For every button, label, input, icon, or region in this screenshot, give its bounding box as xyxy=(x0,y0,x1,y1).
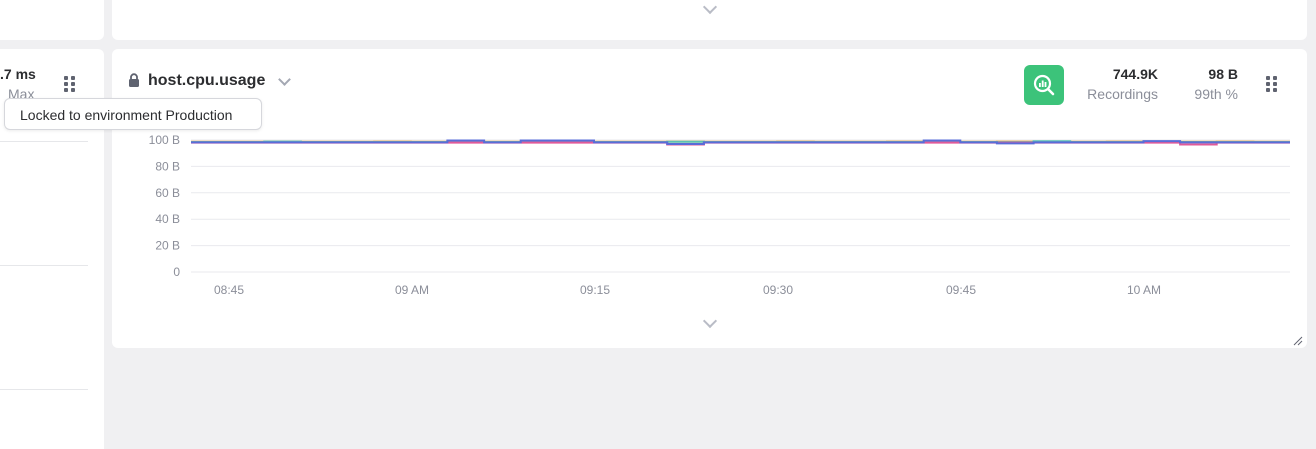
y-tick-label: 20 B xyxy=(155,239,180,253)
x-tick-label: 08:45 xyxy=(214,283,244,297)
x-axis: 08:45 09 AM 09:15 09:30 09:45 10 AM xyxy=(214,283,1161,297)
x-tick-label: 09:30 xyxy=(763,283,793,297)
y-tick-label: 80 B xyxy=(155,159,180,173)
y-tick-label: 40 B xyxy=(155,212,180,226)
x-tick-label: 10 AM xyxy=(1127,283,1161,297)
lock-tooltip: Locked to environment Production xyxy=(4,98,262,130)
metric-line-chart[interactable]: 100 B 80 B 60 B 40 B 20 B 0 08:45 09 AM 09:15 09… xyxy=(0,0,1316,439)
y-tick-label: 0 xyxy=(173,265,180,279)
y-tick-label: 100 B xyxy=(149,133,180,147)
chart-series xyxy=(191,141,1290,145)
y-axis: 100 B 80 B 60 B 40 B 20 B 0 xyxy=(149,133,181,279)
x-tick-label: 09:15 xyxy=(580,283,610,297)
y-tick-label: 60 B xyxy=(155,186,180,200)
chart-grid xyxy=(191,140,1290,272)
resize-handle-icon[interactable] xyxy=(1293,336,1303,346)
x-tick-label: 09:45 xyxy=(946,283,976,297)
x-tick-label: 09 AM xyxy=(395,283,429,297)
